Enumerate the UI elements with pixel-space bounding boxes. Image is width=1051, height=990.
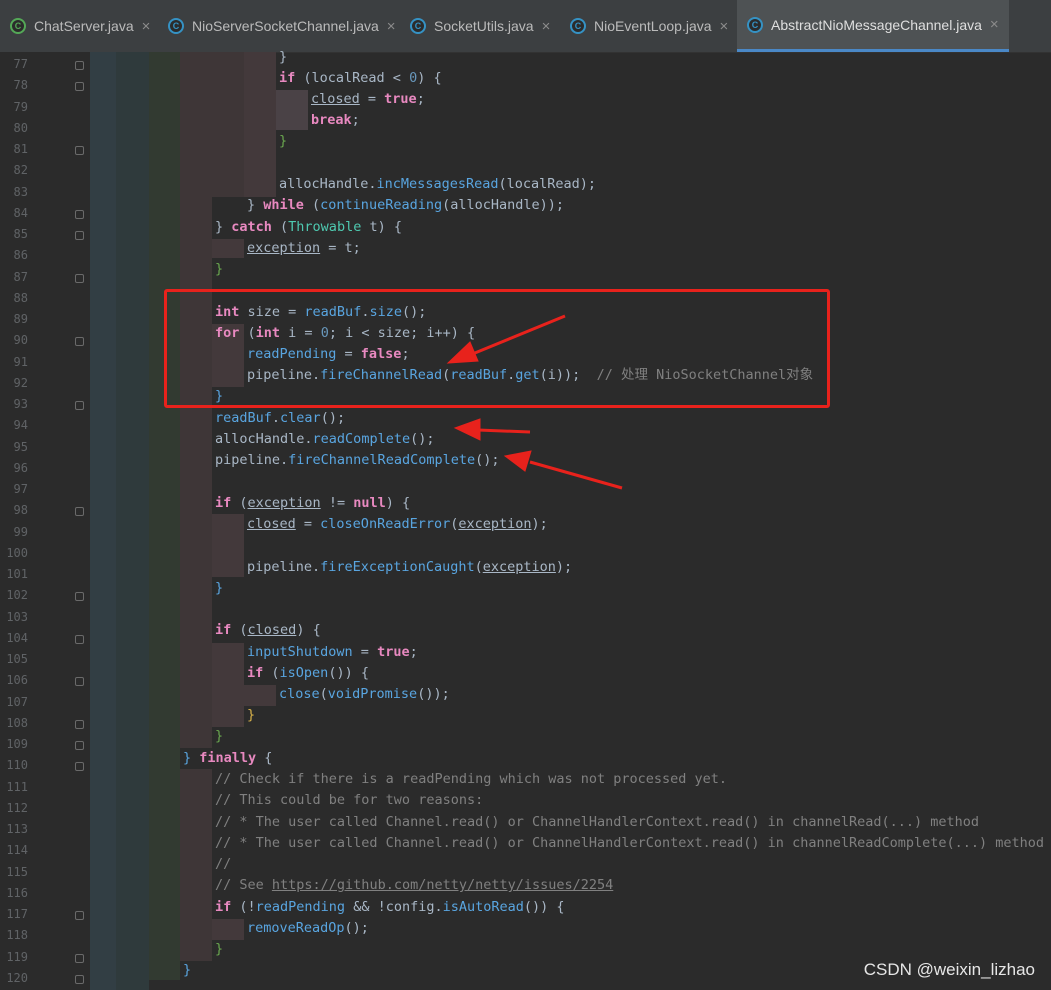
arrow-to-line-95-head: [453, 418, 481, 441]
arrow-to-line-91-head: [446, 341, 479, 364]
watermark: CSDN @weixin_lizhao: [863, 960, 1035, 979]
annotation-arrows: [446, 314, 623, 490]
arrow-to-line-96: [529, 460, 623, 490]
arrow-to-line-91: [469, 314, 566, 357]
arrow-to-line-96-head: [503, 450, 532, 472]
arrow-to-line-95: [477, 428, 531, 434]
